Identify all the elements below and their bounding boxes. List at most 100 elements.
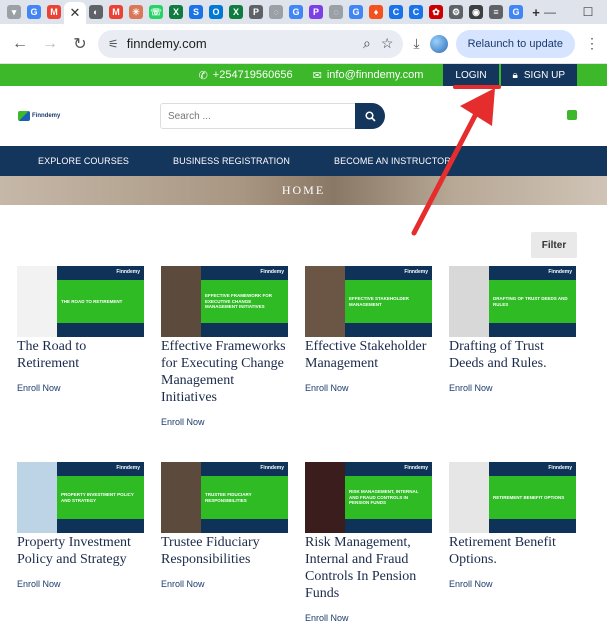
claude-tab-icon[interactable]: ✳ — [129, 5, 143, 19]
gear-tab-icon[interactable]: ⚙ — [449, 5, 463, 19]
thumb-banner-text: RETIREMENT BENEFIT OPTIONS — [489, 476, 576, 519]
enroll-link[interactable]: Enroll Now — [305, 383, 432, 393]
back-arrow-icon[interactable]: ← — [8, 35, 32, 53]
course-title[interactable]: Risk Management, Internal and Fraud Cont… — [305, 534, 432, 602]
download-icon[interactable]: ⤓ — [413, 35, 419, 52]
signup-label: SIGN UP — [523, 69, 565, 81]
relaunch-button[interactable]: Relaunch to update — [455, 29, 575, 58]
signup-button[interactable]: 🔒︎ SIGN UP — [500, 64, 577, 86]
nav-business-registration[interactable]: BUSINESS REGISTRATION — [173, 156, 290, 166]
course-title[interactable]: Property Investment Policy and Strategy — [17, 534, 144, 568]
search-input[interactable]: Search ... — [160, 103, 355, 129]
course-title[interactable]: Effective Frameworks for Executing Chang… — [161, 338, 288, 406]
course-thumbnail[interactable]: THE ROAD TO RETIREMENT Finndemy — [17, 266, 144, 337]
profile-avatar[interactable] — [429, 34, 448, 53]
minimize-icon[interactable]: — — [531, 0, 569, 24]
course-thumbnail[interactable]: PROPERTY INVESTMENT POLICY AND STRATEGY F… — [17, 462, 144, 533]
nav-explore-courses[interactable]: EXPLORE COURSES — [38, 156, 129, 166]
address-bar: ← → ↻ ⚟ finndemy.com ⌕ ☆ ⤓ Relaunch to u… — [0, 24, 607, 64]
course-card[interactable]: EFFECTIVE STAKEHOLDER MANAGEMENT Finndemy… — [305, 266, 432, 462]
gmail-tab-icon[interactable]: M — [47, 5, 61, 19]
globe-tab-icon-2[interactable]: ◌ — [269, 5, 283, 19]
nbc-tab-icon[interactable]: ✿ — [429, 5, 443, 19]
thumb-brand: Finndemy — [404, 269, 428, 275]
email-text: info@finndemy.com — [326, 69, 424, 81]
url-omnibox[interactable]: ⚟ finndemy.com ⌕ ☆ — [98, 29, 404, 58]
logo-text: Finndemy — [32, 113, 61, 119]
enroll-link[interactable]: Enroll Now — [17, 383, 144, 393]
p-tab-icon[interactable]: P — [309, 5, 323, 19]
excel-tab-icon[interactable]: X — [169, 5, 183, 19]
enroll-link[interactable]: Enroll Now — [161, 579, 288, 589]
drive-tab-icon[interactable]: S — [189, 5, 203, 19]
forward-arrow-icon[interactable]: → — [38, 35, 62, 53]
phone-contact[interactable]: ✆ +254719560656 — [199, 69, 293, 82]
course-title[interactable]: Retirement Benefit Options. — [449, 534, 576, 568]
course-thumbnail[interactable]: RETIREMENT BENEFIT OPTIONS Finndemy — [449, 462, 576, 533]
course-title[interactable]: Trustee Fiduciary Responsibilities — [161, 534, 288, 568]
search-button[interactable] — [355, 103, 385, 129]
enroll-link[interactable]: Enroll Now — [161, 417, 288, 427]
cart-icon[interactable] — [567, 110, 577, 120]
course-thumbnail[interactable]: EFFECTIVE STAKEHOLDER MANAGEMENT Finndemy — [305, 266, 432, 337]
site-header: Finndemy Search ... — [0, 86, 607, 146]
site-info-icon[interactable]: ⚟ — [108, 37, 119, 51]
excel-tab-icon-2[interactable]: X — [229, 5, 243, 19]
nav-become-instructor[interactable]: BECOME AN INSTRUCTOR — [334, 156, 451, 166]
news-tab-icon[interactable]: ≡ — [489, 5, 503, 19]
course-title[interactable]: Effective Stakeholder Management — [305, 338, 432, 372]
active-tab-close-icon[interactable]: ✕ — [64, 2, 86, 24]
course-thumbnail[interactable]: EFFECTIVE FRAMEWORK FOR EXECUTIVE CHANGE… — [161, 266, 288, 337]
course-card[interactable]: THE ROAD TO RETIREMENT Finndemy The Road … — [17, 266, 144, 462]
google-tab-icon-4[interactable]: G — [509, 5, 523, 19]
zoom-icon[interactable]: ⌕ — [363, 35, 371, 52]
course-card[interactable]: PROPERTY INVESTMENT POLICY AND STRATEGY F… — [17, 462, 144, 623]
email-contact[interactable]: ✉ info@finndemy.com — [313, 69, 424, 82]
bird-tab-icon[interactable]: ♦ — [369, 5, 383, 19]
course-title[interactable]: The Road to Retirement — [17, 338, 144, 372]
course-card[interactable]: TRUSTEE FIDUCIARY RESPONSIBILITIES Finnde… — [161, 462, 288, 623]
thumb-banner-text: DRAFTING OF TRUST DEEDS AND RULES — [489, 280, 576, 323]
filter-button[interactable]: Filter — [531, 232, 577, 258]
phone-icon: ✆ — [198, 69, 208, 82]
outlook-tab-icon[interactable]: O — [209, 5, 223, 19]
thumb-brand: Finndemy — [548, 465, 572, 471]
enroll-link[interactable]: Enroll Now — [17, 579, 144, 589]
whatsapp-tab-icon[interactable]: ☏ — [149, 5, 163, 19]
login-button[interactable]: LOGIN — [443, 64, 499, 86]
reload-icon[interactable]: ↻ — [68, 34, 92, 54]
course-thumbnail[interactable]: TRUSTEE FIDUCIARY RESPONSIBILITIES Finnde… — [161, 462, 288, 533]
site-logo[interactable]: Finndemy — [18, 111, 160, 121]
chrome-tab-icon[interactable]: ◉ — [469, 5, 483, 19]
enroll-link[interactable]: Enroll Now — [449, 383, 576, 393]
course-card[interactable]: EFFECTIVE FRAMEWORK FOR EXECUTIVE CHANGE… — [161, 266, 288, 462]
menu-kebab-icon[interactable]: ⋮ — [585, 35, 599, 52]
course-thumbnail[interactable]: RISK MANAGEMENT, INTERNAL AND FRAUD CONT… — [305, 462, 432, 533]
page-title: HOME — [281, 183, 326, 197]
site-top-bar: ✆ +254719560656 ✉ info@finndemy.com LOGIN … — [0, 64, 607, 86]
course-thumbnail[interactable]: DRAFTING OF TRUST DEEDS AND RULES Finndem… — [449, 266, 576, 337]
globe-tab-icon[interactable]: ◐ — [89, 5, 103, 19]
globe-tab-icon-3[interactable]: ◌ — [329, 5, 343, 19]
url-text[interactable]: finndemy.com — [127, 36, 353, 51]
main-nav: EXPLORE COURSES BUSINESS REGISTRATION BE… — [0, 146, 607, 176]
thumb-banner-text: THE ROAD TO RETIREMENT — [57, 280, 144, 323]
google-tab-icon-3[interactable]: G — [349, 5, 363, 19]
gmail-tab-icon-2[interactable]: M — [109, 5, 123, 19]
google-tab-icon[interactable]: G — [27, 5, 41, 19]
course-card[interactable]: RISK MANAGEMENT, INTERNAL AND FRAUD CONT… — [305, 462, 432, 623]
enroll-link[interactable]: Enroll Now — [305, 613, 432, 623]
maximize-icon[interactable]: ☐ — [569, 0, 607, 24]
doc-tab-icon[interactable]: P — [249, 5, 263, 19]
enroll-link[interactable]: Enroll Now — [449, 579, 576, 589]
course-title[interactable]: Drafting of Trust Deeds and Rules. — [449, 338, 576, 372]
google-tab-icon-2[interactable]: G — [289, 5, 303, 19]
tab-list-icon[interactable]: ▾ — [7, 5, 21, 19]
c-tab-icon-2[interactable]: C — [409, 5, 423, 19]
course-card[interactable]: RETIREMENT BENEFIT OPTIONS Finndemy Retir… — [449, 462, 576, 623]
thumb-banner-text: EFFECTIVE FRAMEWORK FOR EXECUTIVE CHANGE… — [201, 280, 288, 323]
course-card[interactable]: DRAFTING OF TRUST DEEDS AND RULES Finndem… — [449, 266, 576, 462]
bookmark-star-icon[interactable]: ☆ — [381, 35, 394, 52]
c-tab-icon[interactable]: C — [389, 5, 403, 19]
thumb-brand: Finndemy — [260, 465, 284, 471]
